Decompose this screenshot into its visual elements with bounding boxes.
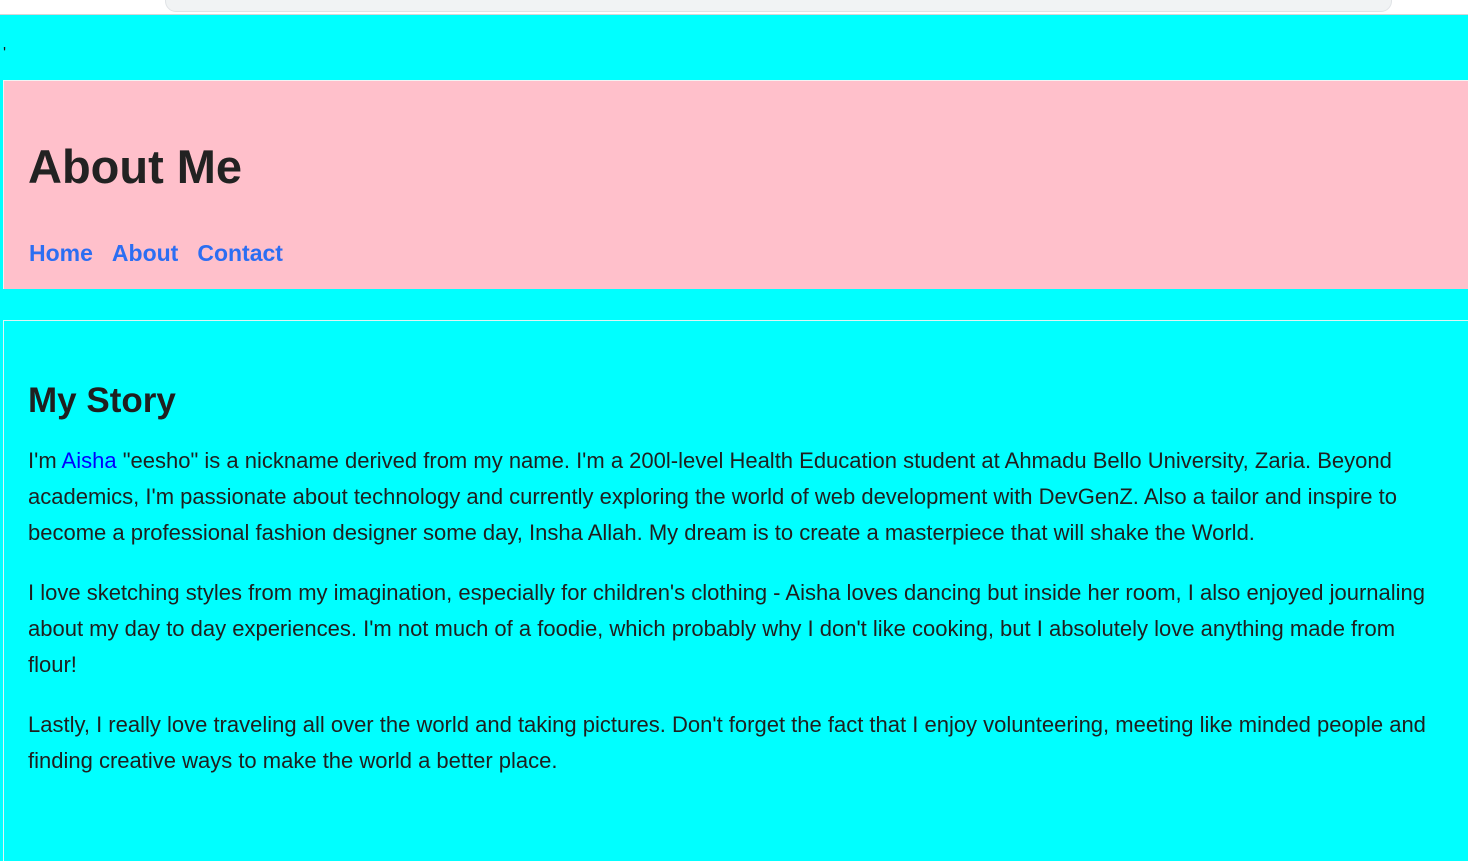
nav-link-home[interactable]: Home [29, 239, 93, 267]
address-bar[interactable] [165, 0, 1392, 12]
story-paragraph-1: I'm Aisha "eesho" is a nickname derived … [28, 443, 1446, 551]
browser-toolbar-edge [0, 0, 1468, 15]
page-header: About Me Home About Contact [3, 80, 1468, 289]
page-title: About Me [28, 140, 243, 193]
section-title: My Story [28, 381, 176, 420]
paragraph-rest: "eesho" is a nickname derived from my na… [28, 448, 1397, 545]
nav-link-contact[interactable]: Contact [197, 239, 283, 267]
story-paragraph-2: I love sketching styles from my imaginat… [28, 580, 1426, 677]
story-paragraph-3: Lastly, I really love traveling all over… [28, 712, 1426, 773]
nav-link-about[interactable]: About [112, 239, 178, 267]
main-nav: Home About Contact [29, 239, 283, 267]
name-link-aisha[interactable]: Aisha [62, 448, 117, 473]
paragraph-prefix: I'm [28, 448, 62, 473]
stray-text: ' [3, 45, 7, 62]
story-section: My Story I'm Aisha "eesho" is a nickname… [3, 320, 1468, 861]
